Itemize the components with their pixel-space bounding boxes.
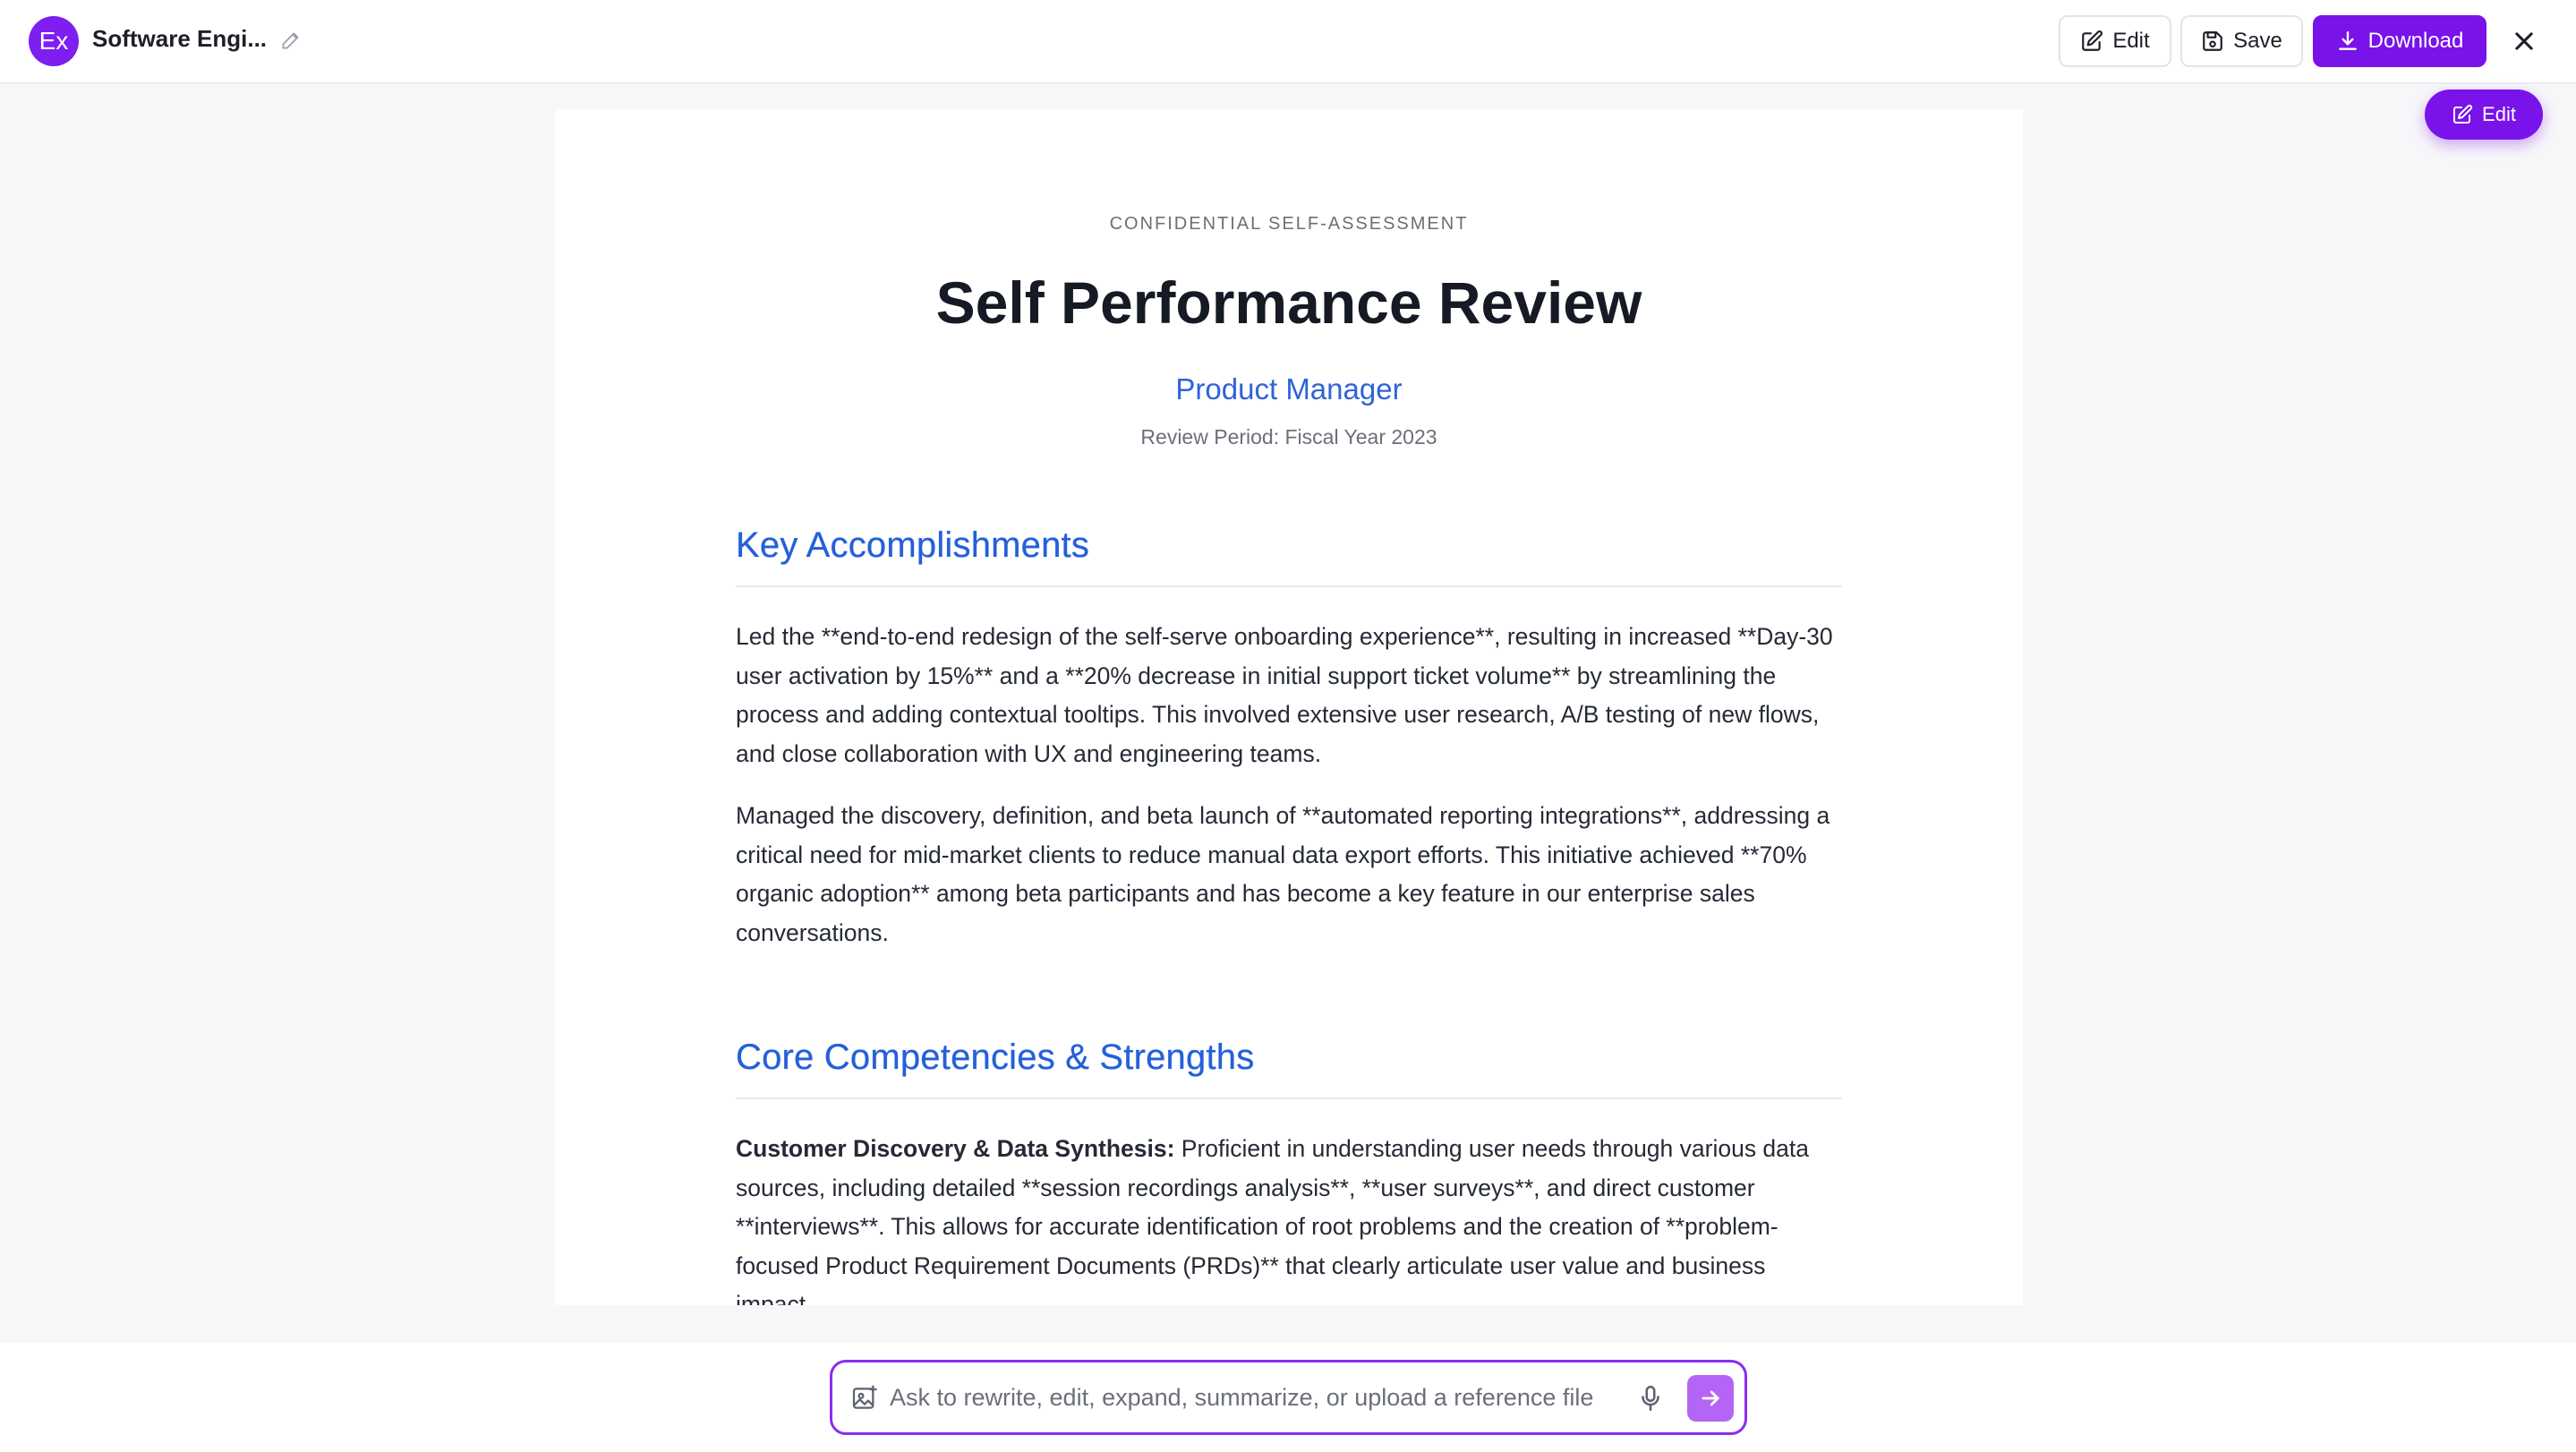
section-heading-competencies: Core Competencies & Strengths: [736, 1038, 1842, 1099]
download-icon: [2338, 31, 2357, 50]
document-title[interactable]: Software Engi...: [92, 25, 267, 53]
microphone-icon[interactable]: [1635, 1382, 1666, 1414]
document-heading: Self Performance Review: [935, 269, 1642, 336]
floating-edit-button[interactable]: Edit: [2425, 90, 2543, 140]
document-role: Product Manager: [1175, 372, 1403, 406]
review-period: Review Period: Fiscal Year 2023: [1140, 425, 1437, 448]
paragraph: Managed the discovery, definition, and b…: [736, 802, 1830, 946]
save-button[interactable]: Save: [2180, 15, 2303, 67]
document-page: CONFIDENTIAL SELF-ASSESSMENT Self Perfor…: [555, 109, 2023, 1305]
competency-label: Customer Discovery & Data Synthesis:: [736, 1135, 1175, 1162]
edit-button[interactable]: Edit: [2059, 15, 2171, 67]
floating-edit-label: Edit: [2482, 103, 2516, 125]
edit-button-label: Edit: [2112, 29, 2150, 53]
save-button-label: Save: [2233, 29, 2282, 53]
download-button[interactable]: Download: [2313, 15, 2486, 67]
edit-icon: [2082, 30, 2103, 51]
competency-paragraph: Customer Discovery & Data Synthesis: Pro…: [736, 1130, 1842, 1305]
edit-icon: [2453, 104, 2473, 124]
close-icon: [2515, 32, 2533, 50]
avatar-initials: Ex: [38, 27, 69, 55]
top-bar: Ex Software Engi... Edit Save Download: [0, 0, 2576, 84]
arrow-right-icon: [1702, 1390, 1719, 1406]
pencil-icon[interactable]: [279, 29, 303, 52]
avatar[interactable]: Ex: [29, 16, 79, 66]
download-button-label: Download: [2367, 29, 2464, 53]
section-heading-accomplishments: Key Accomplishments: [736, 525, 1842, 587]
save-icon: [2203, 31, 2222, 51]
document-eyebrow: CONFIDENTIAL SELF-ASSESSMENT: [1109, 214, 1469, 234]
document-body: Key Accomplishments Led the **end-to-end…: [736, 525, 1842, 1305]
prompt-input[interactable]: Ask to rewrite, edit, expand, summarize,…: [830, 1360, 1747, 1435]
prompt-placeholder: Ask to rewrite, edit, expand, summarize,…: [890, 1384, 1594, 1411]
send-button[interactable]: [1687, 1375, 1734, 1422]
paragraph: Led the **end-to-end redesign of the sel…: [736, 623, 1833, 767]
close-button[interactable]: [2508, 25, 2540, 57]
image-upload-icon[interactable]: [850, 1384, 879, 1413]
